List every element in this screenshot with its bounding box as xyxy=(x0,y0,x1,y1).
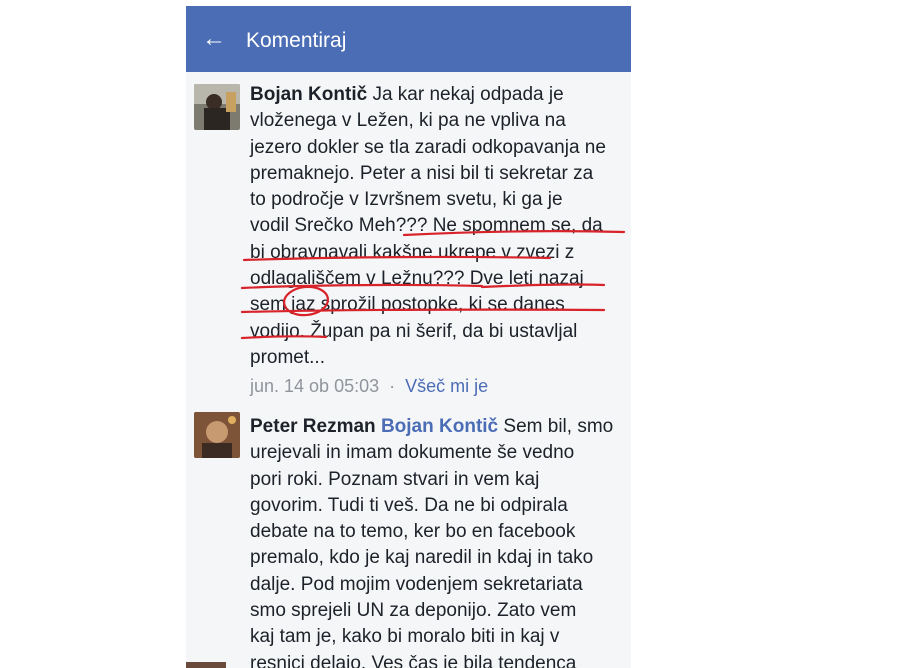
comment-author[interactable]: Peter Rezman xyxy=(250,416,376,437)
comment-text-line: promet... xyxy=(250,346,325,368)
page-title: Komentiraj xyxy=(246,29,347,52)
avatar[interactable] xyxy=(194,412,240,458)
user-photo-icon xyxy=(194,84,240,130)
comment-text-line: premaknejo. Peter a nisi bil ti sekretar… xyxy=(250,162,594,184)
comment-text-line: urejevali in imam dokumente še vedno xyxy=(250,442,575,464)
comment-item: Bojan Kontič Ja kar nekaj odpada je vlož… xyxy=(186,72,631,402)
comment-text-line: to področje v Izvršnem svetu, ki ga je xyxy=(250,189,563,211)
comment-text-line: dalje. Pod mojim vodenjem sekretariata xyxy=(250,573,583,595)
comment-text-line: jezero dokler se tla zaradi odkopavanja … xyxy=(250,136,606,158)
comment-text-line: vloženega v Ležen, ki pa ne vpliva na xyxy=(250,110,566,132)
comment-text-line: Sem bil, smo xyxy=(503,416,614,437)
comment-timestamp: jun. 14 ob 05:03 xyxy=(250,376,380,396)
user-photo-icon xyxy=(194,412,240,458)
comment-text-line: kaj tam je, kako bi moralo biti in kaj v xyxy=(250,626,560,648)
comment-body: Bojan Kontič Ja kar nekaj odpada je vlož… xyxy=(250,82,620,371)
comment-text-line: vodijo. Župan pa ni šerif, da bi ustavlj… xyxy=(250,320,578,342)
avatar[interactable] xyxy=(194,84,240,130)
app-bar: ← Komentiraj xyxy=(186,6,631,72)
comment-meta: jun. 14 ob 05:03 · Všeč mi je xyxy=(250,374,488,398)
comment-author[interactable]: Bojan Kontič xyxy=(250,84,367,105)
comment-item: Peter Rezman Bojan Kontič Sem bil, smo u… xyxy=(186,402,631,668)
separator-dot: · xyxy=(389,376,396,396)
comment-body: Peter Rezman Bojan Kontič Sem bil, smo u… xyxy=(250,414,620,668)
comment-text-line: resnici delajo. Ves čas je bila tendenca xyxy=(250,652,577,668)
comment-text-line: odlagališčem v Ležnu??? Dve leti nazaj xyxy=(250,268,584,290)
like-button[interactable]: Všeč mi je xyxy=(405,376,488,396)
comment-text-line: vodil Srečko Meh??? Ne spomnem se, da xyxy=(250,215,603,237)
comment-text-line: govorim. Tudi ti veš. Da ne bi odpirala xyxy=(250,494,568,516)
phone-screen: ← Komentiraj Bojan Kontič Ja kar nekaj o… xyxy=(186,6,631,668)
comment-text-line: debate na to temo, ker bo en facebook xyxy=(250,521,576,543)
comment-text-line: Ja kar nekaj odpada je xyxy=(372,84,564,105)
comment-text-line: pori roki. Poznam stvari in vem kaj xyxy=(250,468,540,490)
comment-text-line: smo sprejeli UN za deponijo. Zato vem xyxy=(250,600,577,622)
next-avatar-partial xyxy=(186,662,226,668)
comment-text-line: bi obravnavali kakšne ukrepe v zvezi z xyxy=(250,241,575,263)
comment-text-line: sem jaz sprožil postopke, ki se danes xyxy=(250,294,565,316)
comment-text-line: premalo, kdo je kaj naredil in kdaj in t… xyxy=(250,547,594,569)
back-arrow-icon[interactable]: ← xyxy=(202,24,226,54)
mention-link[interactable]: Bojan Kontič xyxy=(381,416,498,437)
